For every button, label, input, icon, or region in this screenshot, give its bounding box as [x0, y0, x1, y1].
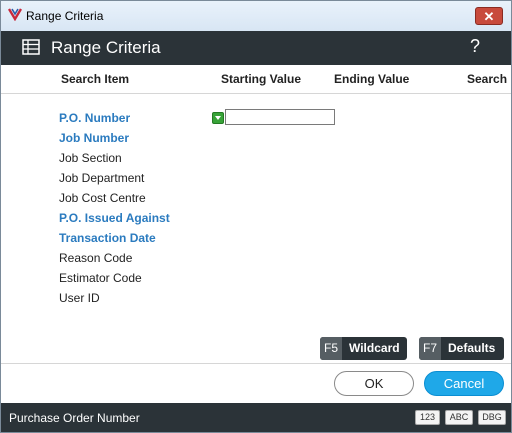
header-divider [1, 93, 511, 94]
search-item-transaction-date[interactable]: Transaction Date [59, 231, 156, 245]
column-header-starting-value: Starting Value [221, 72, 302, 86]
search-item-reason-code[interactable]: Reason Code [59, 251, 132, 265]
search-item-job-section[interactable]: Job Section [59, 151, 122, 165]
debug-mode-badge: DBG [478, 410, 506, 425]
search-item-user-id[interactable]: User ID [59, 291, 100, 305]
column-header-search-item: Search Item [61, 72, 130, 86]
dialog-header: Range Criteria ? [1, 31, 511, 65]
dialog-title: Range Criteria [51, 38, 161, 57]
wildcard-label: Wildcard [349, 341, 400, 355]
window-title: Range Criteria [26, 9, 104, 23]
wildcard-key-label: F5 [320, 337, 342, 360]
search-item-job-cost-centre[interactable]: Job Cost Centre [59, 191, 146, 205]
search-item-job-department[interactable]: Job Department [59, 171, 144, 185]
defaults-button[interactable]: F7 Defaults [419, 337, 504, 360]
cancel-button[interactable]: Cancel [424, 371, 504, 396]
help-icon[interactable]: ? [470, 36, 480, 57]
numeric-mode-badge: 123 [415, 410, 440, 425]
search-item-estimator-code[interactable]: Estimator Code [59, 271, 142, 285]
search-item-job-number[interactable]: Job Number [59, 131, 129, 145]
ok-button[interactable]: OK [334, 371, 414, 396]
title-bar: Range Criteria ✕ [1, 1, 511, 31]
range-criteria-window: Range Criteria ✕ Range Criteria ? Search… [0, 0, 512, 433]
search-item-po-issued-against[interactable]: P.O. Issued Against [59, 211, 170, 225]
status-bar: Purchase Order Number 123 ABC DBG [1, 403, 511, 432]
search-item-po-number[interactable]: P.O. Number [59, 111, 130, 125]
close-button[interactable]: ✕ [475, 7, 503, 25]
starting-value-input[interactable] [225, 109, 335, 125]
chevron-down-icon[interactable] [212, 112, 224, 124]
table-icon [22, 39, 40, 55]
column-header-search: Search [467, 72, 508, 86]
defaults-key-label: F7 [419, 337, 441, 360]
column-header-ending-value: Ending Value [334, 72, 410, 86]
app-logo-icon [8, 8, 22, 21]
defaults-label: Defaults [448, 341, 496, 355]
status-text: Purchase Order Number [9, 411, 140, 425]
footer-divider [1, 363, 511, 364]
caps-mode-badge: ABC [445, 410, 473, 425]
wildcard-button[interactable]: F5 Wildcard [320, 337, 407, 360]
